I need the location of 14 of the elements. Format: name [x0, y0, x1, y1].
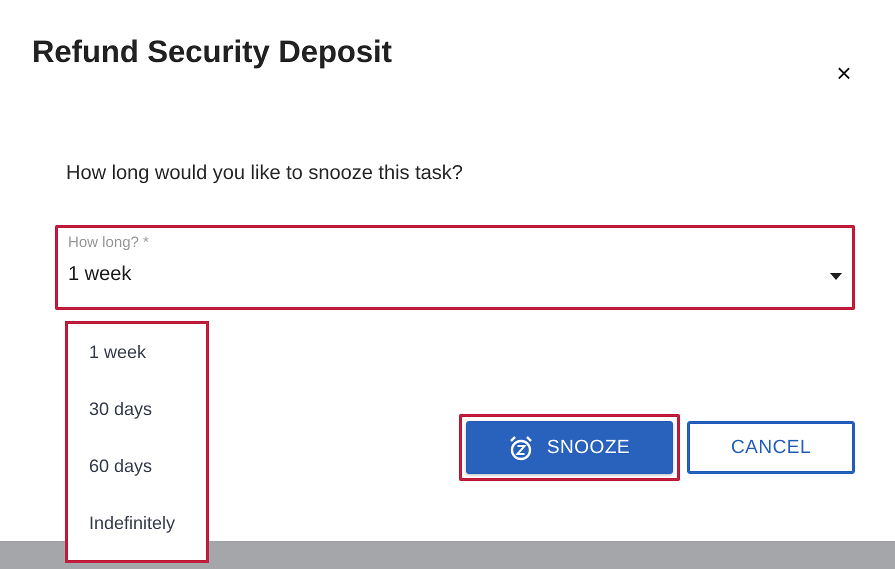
duration-select[interactable]: How long? * 1 week — [55, 225, 855, 310]
cancel-button[interactable]: CANCEL — [687, 421, 855, 474]
menu-option[interactable]: 1 week — [68, 332, 206, 389]
alarm-clock-icon — [508, 434, 533, 460]
dropdown-caret-icon — [830, 273, 842, 280]
field-label: How long? * — [68, 234, 150, 251]
question-text: How long would you like to snooze this task? — [66, 162, 464, 185]
close-button[interactable]: × — [833, 60, 855, 86]
snooze-button[interactable]: SNOOZE — [466, 421, 673, 474]
dialog-title: Refund Security Deposit — [32, 34, 392, 70]
menu-option[interactable]: Indefinitely — [68, 503, 206, 560]
field-value: 1 week — [68, 263, 132, 286]
menu-option[interactable]: 60 days — [68, 446, 206, 503]
menu-option[interactable]: 30 days — [68, 389, 206, 446]
